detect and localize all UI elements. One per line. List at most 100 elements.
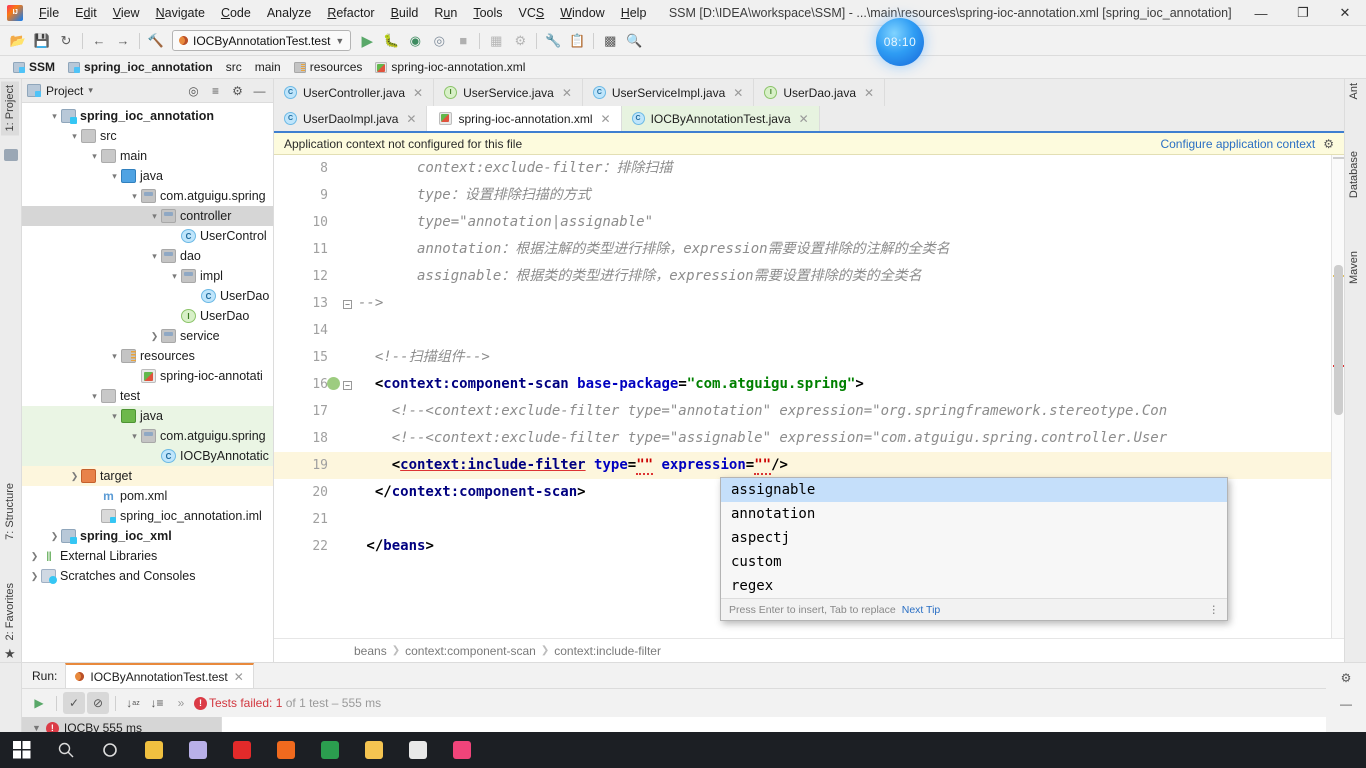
show-passed-icon[interactable]: ✓ (63, 692, 85, 714)
tree-node-test[interactable]: ▾ test (22, 386, 273, 406)
configure-application-context-link[interactable]: Configure application context (1160, 137, 1315, 151)
cortana-icon[interactable] (88, 732, 132, 768)
gutter-line-17[interactable]: 17 (274, 398, 336, 425)
editor-tab-userdao-java[interactable]: UserDao.java ✕ (754, 79, 886, 106)
editor-tab-userserviceimpl-java[interactable]: UserServiceImpl.java ✕ (582, 79, 755, 106)
editor-scrollbar-markers[interactable] (1331, 155, 1344, 638)
chrome-icon[interactable] (308, 732, 352, 768)
code-line-16[interactable]: <context:component-scan base-package="co… (336, 371, 1331, 398)
navbar-item-src[interactable]: src (221, 59, 247, 75)
navbar-item-spring-ioc-annotation-xml[interactable]: spring-ioc-annotation.xml (370, 59, 530, 75)
tree-node-usercontrol[interactable]: UserControl (22, 226, 273, 246)
chevron-down-icon[interactable]: ▾ (108, 411, 121, 422)
minimize-button[interactable]: — (1240, 0, 1282, 26)
tree-node-userdao[interactable]: UserDao (22, 286, 273, 306)
chevron-right-icon[interactable]: ❯ (48, 531, 61, 542)
tree-node-spring-ioc-xml[interactable]: ❯ spring_ioc_xml (22, 526, 273, 546)
chevron-down-icon[interactable]: ▾ (148, 251, 161, 262)
firefox-icon[interactable] (264, 732, 308, 768)
gutter-line-19[interactable]: 19 (274, 452, 336, 479)
clock-widget[interactable]: 08:10 (876, 18, 924, 66)
gutter-line-15[interactable]: 15 (274, 344, 336, 371)
chevron-right-icon[interactable]: ❯ (148, 331, 161, 342)
sort-alphabetically-icon[interactable]: ↓ az (122, 692, 144, 714)
project-panel-title-group[interactable]: Project ▾ (27, 84, 180, 98)
back-icon[interactable]: ← (87, 29, 111, 53)
breadcrumb-item-beans[interactable]: beans (354, 644, 387, 658)
menu-file[interactable]: File (31, 3, 67, 23)
typora-icon[interactable] (396, 732, 440, 768)
settings-wrench-icon[interactable]: 🔧 (541, 29, 565, 53)
gutter-line-20[interactable]: 20 (274, 479, 336, 506)
menu-window[interactable]: Window (552, 3, 612, 23)
tree-node-impl[interactable]: ▾ impl (22, 266, 273, 286)
code-line-14[interactable] (336, 317, 1331, 344)
chevron-right-icon[interactable]: ❯ (28, 571, 41, 582)
close-icon[interactable]: ✕ (406, 112, 416, 126)
chevron-down-icon[interactable]: ▾ (148, 211, 161, 222)
gutter-line-13[interactable]: 13− (274, 290, 352, 317)
editor-scrollbar-thumb[interactable] (1334, 265, 1343, 415)
menu-tools[interactable]: Tools (465, 3, 510, 23)
autocomplete-item-regex[interactable]: regex (721, 574, 1227, 598)
menu-view[interactable]: View (105, 3, 148, 23)
tree-node-spring-ioc-annotation[interactable]: ▾ spring_ioc_annotation (22, 106, 273, 126)
maximize-button[interactable]: ❐ (1282, 0, 1324, 26)
menu-run[interactable]: Run (426, 3, 465, 23)
sidebar-item-database[interactable]: Database (1348, 151, 1360, 198)
autocomplete-item-annotation[interactable]: annotation (721, 502, 1227, 526)
editor-gutter[interactable]: 8 9 10 11 12 13− 14 15 16− 17 18 19 20 21 22 (274, 155, 352, 638)
forward-icon[interactable]: → (111, 29, 135, 53)
expand-icon[interactable]: » (170, 692, 192, 714)
autocomplete-item-custom[interactable]: custom (721, 550, 1227, 574)
navbar-item-main[interactable]: main (250, 59, 286, 75)
chevron-down-icon[interactable]: ▾ (108, 171, 121, 182)
open-folder-icon[interactable]: 📂 (6, 29, 30, 53)
profile-icon[interactable]: ◎ (427, 29, 451, 53)
code-line-9[interactable]: type：设置排除扫描的方式 (336, 182, 1331, 209)
tree-node-spring-ioc-annotati[interactable]: spring-ioc-annotati (22, 366, 273, 386)
menu-build[interactable]: Build (383, 3, 427, 23)
tree-node-iocbyannotatic[interactable]: IOCByAnnotatic (22, 446, 273, 466)
gutter-line-14[interactable]: 14 (274, 317, 336, 344)
menu-help[interactable]: Help (613, 3, 655, 23)
chevron-down-icon[interactable]: ▾ (128, 431, 141, 442)
close-icon[interactable]: ✕ (799, 112, 809, 126)
intellij-idea-icon[interactable] (440, 732, 484, 768)
run-with-coverage-icon[interactable]: ◉ (403, 29, 427, 53)
editor-tab-iocbyannotationtest-java[interactable]: IOCByAnnotationTest.java ✕ (621, 106, 820, 131)
chevron-down-icon[interactable]: ▾ (88, 85, 93, 96)
stop-icon[interactable]: ■ (451, 29, 475, 53)
menu-navigate[interactable]: Navigate (148, 3, 213, 23)
project-tree[interactable]: ▾ spring_ioc_annotation ▾ src ▾ main ▾ java ▾ com… (22, 103, 273, 662)
sidebar-item-maven[interactable]: Maven (1348, 251, 1360, 284)
debug-icon[interactable]: 🐛 (379, 29, 403, 53)
code-line-15[interactable]: <!--扫描组件--> (336, 344, 1331, 371)
project-structure-icon[interactable]: ▦ (484, 29, 508, 53)
autocomplete-item-assignable[interactable]: assignable (721, 478, 1227, 502)
code-line-12[interactable]: assignable：根据类的类型进行排除，expression需要设置排除的类… (336, 263, 1331, 290)
menu-edit[interactable]: Edit (67, 3, 105, 23)
tree-node-controller[interactable]: ▾ controller (22, 206, 273, 226)
gutter-line-11[interactable]: 11 (274, 236, 336, 263)
menu-code[interactable]: Code (213, 3, 259, 23)
gutter-line-12[interactable]: 12 (274, 263, 336, 290)
navbar-item-ssm[interactable]: SSM (8, 59, 60, 75)
tree-node-src[interactable]: ▾ src (22, 126, 273, 146)
menu-vcs[interactable]: VCS (511, 3, 553, 23)
code-line-10[interactable]: type="annotation|assignable" (336, 209, 1331, 236)
code-line-8[interactable]: context:exclude-filter：排除扫描 (336, 155, 1331, 182)
sidebar-item-ant[interactable]: Ant (1348, 83, 1360, 100)
sidebar-item-favorites[interactable]: 2: Favorites (1, 579, 19, 644)
search-everywhere-icon[interactable]: 🔍 (622, 29, 646, 53)
gear-icon[interactable]: ⚙ (1323, 137, 1334, 151)
breadcrumb-item-include-filter[interactable]: context:include-filter (554, 644, 661, 658)
run-tab-iocbyannotationtest[interactable]: IOCByAnnotationTest.test ✕ (65, 663, 254, 688)
autocomplete-popup[interactable]: assignable annotation aspectj custom regex Pr… (720, 477, 1228, 621)
updates-icon[interactable]: 📋 (565, 29, 589, 53)
code-line-11[interactable]: annotation：根据注解的类型进行排除，expression需要设置排除的… (336, 236, 1331, 263)
chevron-down-icon[interactable]: ▾ (128, 191, 141, 202)
code-line-13[interactable]: --> (336, 290, 1331, 317)
editor-tab-userservice-java[interactable]: UserService.java ✕ (434, 79, 583, 106)
rerun-icon[interactable]: ▶ (28, 692, 50, 714)
